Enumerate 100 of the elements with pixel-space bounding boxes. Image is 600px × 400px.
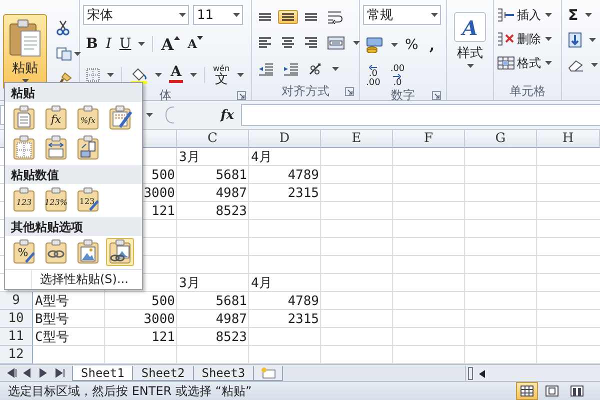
table-cell: 4789 (288, 294, 319, 308)
caret-icon[interactable] (589, 38, 596, 42)
cells-menu-button[interactable]: 插入 (497, 5, 558, 25)
caret-icon[interactable] (233, 13, 240, 17)
cells-menu-button[interactable]: 格式 (497, 53, 558, 73)
group-label: 数字 (391, 87, 415, 104)
caret-icon[interactable] (585, 13, 592, 17)
sheet-tab[interactable]: Sheet1 (72, 366, 134, 381)
copy-icon (56, 46, 72, 60)
menu-heading: 其他粘贴选项 (5, 217, 142, 236)
cells-menu-button[interactable]: 删除 (497, 29, 558, 49)
autosum-button[interactable]: Σ (565, 5, 582, 25)
formula-input[interactable] (241, 104, 600, 126)
scissors-icon (56, 20, 70, 36)
triangle-up-icon (174, 36, 180, 40)
grid-icon (520, 385, 534, 397)
caret-icon[interactable] (431, 13, 438, 17)
picture-icon (76, 239, 100, 265)
table-cell-text: 4月 (251, 275, 272, 292)
table-cell: 121 (152, 204, 175, 218)
insert-sheet-button[interactable] (253, 366, 284, 381)
alignment-button[interactable] (278, 10, 298, 24)
percent-button[interactable]: % (402, 35, 422, 55)
font-size-field[interactable]: 11 (193, 5, 243, 25)
column-header[interactable]: D (249, 130, 321, 148)
column-header[interactable]: E (321, 130, 393, 148)
row-header[interactable]: 9 (0, 292, 33, 310)
caret-icon[interactable] (466, 64, 474, 68)
number-format-field[interactable]: 常规 (363, 5, 441, 25)
table-cell: 4789 (288, 168, 319, 182)
shrink-font-button[interactable]: A (184, 34, 206, 54)
table-cell-text: B型号 (35, 311, 69, 328)
caret-icon[interactable] (236, 73, 244, 77)
horizontal-scrollbar[interactable] (465, 366, 600, 381)
first-sheet-icon[interactable] (6, 367, 17, 379)
table-cell: 4987 (216, 186, 247, 200)
table-cell: 3000 (144, 186, 175, 200)
italic-button[interactable]: I (102, 34, 114, 54)
dialog-launcher-icon[interactable] (345, 87, 354, 96)
paste-option-button[interactable] (106, 238, 134, 266)
insert-cells-icon (497, 8, 515, 22)
next-sheet-icon[interactable] (38, 367, 49, 379)
group-label: 体 (160, 87, 172, 104)
table-cell: 8523 (216, 204, 247, 218)
column-header[interactable]: F (393, 130, 465, 148)
comma-button[interactable]: , (423, 35, 441, 55)
caret-icon[interactable] (190, 73, 197, 77)
row-header[interactable]: 10 (0, 310, 33, 328)
column-header[interactable]: C (177, 130, 249, 148)
table-cell: 8523 (216, 330, 247, 344)
new-sheet-icon (260, 367, 276, 379)
caret-icon[interactable] (545, 37, 552, 41)
sheet-tab[interactable]: Sheet2 (132, 366, 194, 381)
transpose-icon (76, 135, 100, 161)
bold-button[interactable]: B (83, 34, 101, 54)
linked-picture-icon (108, 239, 132, 265)
caret-icon[interactable] (179, 13, 186, 17)
paintbrush-icon (108, 105, 132, 131)
caret-icon[interactable] (74, 52, 81, 56)
caret-icon[interactable] (107, 73, 114, 77)
font-color-button[interactable]: A (166, 64, 186, 86)
caret-icon[interactable] (332, 67, 339, 71)
column-header[interactable]: H (537, 130, 600, 148)
insert-function-button[interactable]: fx (218, 108, 237, 122)
row-header[interactable]: 12 (0, 346, 33, 364)
column-header[interactable]: G (465, 130, 537, 148)
increase-decimal-button[interactable]: .0 .00 (363, 65, 384, 87)
caret-icon[interactable] (353, 41, 360, 45)
format-cells-icon (497, 56, 515, 70)
dialog-launcher-icon[interactable] (237, 91, 246, 100)
align-right-icon (304, 37, 318, 49)
decrease-decimal-button[interactable]: .00 .0 (387, 65, 408, 87)
caret-icon[interactable] (146, 113, 153, 117)
phonetic-guide-button[interactable]: wén 文 (210, 63, 233, 87)
document-icon (12, 105, 36, 131)
delete-cells-icon (497, 32, 515, 46)
caret-icon[interactable] (155, 73, 162, 77)
font-name-field[interactable]: 宋体 (83, 5, 189, 25)
caret-icon[interactable] (591, 63, 598, 67)
caret-icon[interactable] (138, 42, 146, 46)
row-header[interactable]: 11 (0, 328, 33, 346)
caret-icon[interactable] (545, 61, 552, 65)
expand-handle-icon (165, 106, 175, 124)
triangle-down-icon (196, 36, 203, 40)
underline-button[interactable]: U (116, 34, 134, 54)
caret-icon[interactable] (545, 13, 552, 17)
sheet-tab[interactable]: Sheet3 (192, 366, 254, 381)
view-button[interactable] (516, 382, 538, 400)
table-cell: 5681 (216, 168, 247, 182)
previous-sheet-icon[interactable] (22, 367, 33, 379)
grow-font-button[interactable]: A (158, 34, 183, 54)
last-sheet-icon[interactable] (54, 367, 65, 379)
dialog-launcher-icon[interactable] (432, 91, 441, 100)
menu-item[interactable]: 选择性粘贴(S)... (32, 271, 128, 288)
styles-button[interactable]: A 样式 (451, 7, 489, 73)
table-cell: 4987 (216, 312, 247, 326)
money-icon (366, 37, 384, 53)
align-top-icon (258, 13, 272, 21)
caret-icon[interactable] (391, 43, 398, 47)
scroll-left-icon[interactable] (479, 370, 485, 378)
